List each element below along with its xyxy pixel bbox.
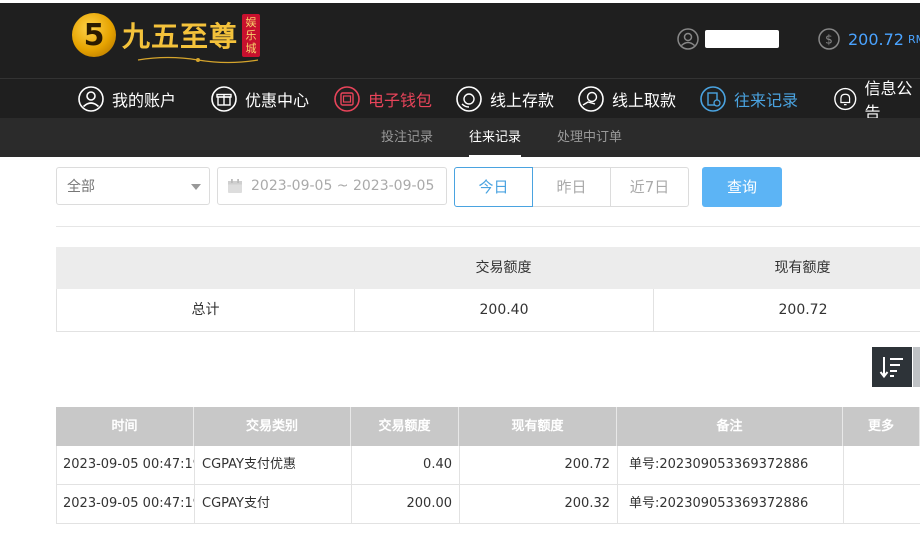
nav-label: 线上存款 (490, 91, 555, 110)
svg-text:$: $ (825, 33, 833, 47)
summary-header-cell (56, 247, 354, 289)
date-range-value: 2023-09-05 ~ 2023-09-05 (251, 178, 435, 194)
nav-transaction-records[interactable]: 往来记录 (700, 84, 798, 114)
cell-amount: 0.40 (352, 446, 460, 484)
cell-more[interactable] (844, 485, 920, 523)
gift-icon (211, 86, 237, 112)
column-header-time[interactable]: 时间 (56, 407, 194, 446)
summary-total-label: 总计 (57, 289, 355, 331)
tab-pending-orders[interactable]: 处理中订单 (557, 118, 622, 157)
logo-badge: 娱乐城 (242, 13, 261, 57)
summary-header-cell: 交易额度 (475, 260, 532, 276)
quick-range-group: 今日 昨日 近7日 (454, 167, 689, 207)
nav-promotions[interactable]: 优惠中心 (211, 84, 309, 114)
query-button[interactable]: 查询 (702, 167, 782, 207)
sub-nav: 投注记录 往来记录 处理中订单 (0, 118, 920, 157)
nav-label: 信息公告 (864, 79, 913, 122)
column-header-amount[interactable]: 交易额度 (351, 407, 459, 446)
cell-balance: 200.32 (460, 485, 618, 523)
table-row: 2023-09-05 00:47:19 CGPAY支付 200.00 200.3… (56, 485, 920, 524)
nav-online-deposit[interactable]: 线上存款 (456, 84, 554, 114)
wallet-icon (334, 86, 360, 112)
cell-amount: 200.00 (352, 485, 460, 523)
dollar-icon: $ (818, 28, 840, 50)
column-header-balance[interactable]: 现有额度 (459, 407, 617, 446)
bell-icon (834, 87, 857, 111)
balance-currency: RMB (907, 32, 920, 46)
user-icon (78, 86, 104, 112)
top-bar: 5 九五至尊 娱乐城 $ 200.72 RMB (0, 0, 920, 78)
summary-header-cell: 现有额度 (774, 260, 831, 276)
nav-label: 优惠中心 (245, 91, 310, 110)
summary-header: 交易额度 现有额度 (56, 247, 920, 289)
nav-e-wallet[interactable]: 电子钱包 (334, 84, 432, 114)
summary-transaction-amount: 200.40 (355, 289, 654, 331)
logo-ornament-icon (137, 56, 259, 64)
sort-button[interactable] (872, 347, 912, 387)
nav-label: 我的账户 (112, 91, 177, 110)
logo-text: 九五至尊 (122, 20, 239, 53)
cell-remark: 单号:202309053369372886 (618, 485, 844, 523)
table-row: 2023-09-05 00:47:19 CGPAY支付优惠 0.40 200.7… (56, 446, 920, 485)
nav-label: 电子钱包 (368, 91, 433, 110)
sort-descending-icon (879, 357, 903, 379)
cell-time: 2023-09-05 00:47:19 (57, 485, 195, 523)
summary-current-balance: 200.72 (654, 289, 920, 331)
column-header-type[interactable]: 交易类别 (194, 407, 351, 446)
cell-time: 2023-09-05 00:47:19 (57, 446, 195, 484)
range-today-button[interactable]: 今日 (454, 167, 533, 207)
logo-mark-icon: 5 (72, 13, 116, 57)
deposit-icon (456, 86, 482, 112)
nav-label: 线上取款 (612, 91, 677, 110)
username-redacted (705, 30, 779, 48)
chevron-down-icon (191, 184, 201, 190)
withdraw-icon (578, 86, 604, 112)
user-info[interactable] (677, 28, 779, 50)
nav-online-withdraw[interactable]: 线上取款 (578, 84, 676, 114)
cell-type: CGPAY支付优惠 (195, 446, 352, 484)
calendar-icon (228, 179, 242, 193)
date-range-input[interactable]: 2023-09-05 ~ 2023-09-05 (217, 167, 447, 205)
divider (56, 226, 920, 227)
column-header-remark[interactable]: 备注 (617, 407, 843, 446)
tab-transaction-records[interactable]: 往来记录 (469, 118, 522, 157)
nav-label: 往来记录 (734, 91, 799, 110)
records-header: 时间 交易类别 交易额度 现有额度 备注 更多 (56, 407, 920, 446)
cell-remark: 单号:202309053369372886 (618, 446, 844, 484)
tab-bet-records[interactable]: 投注记录 (381, 118, 433, 157)
records-icon (700, 86, 726, 112)
column-header-more[interactable]: 更多 (843, 407, 920, 446)
range-7days-button[interactable]: 近7日 (610, 167, 689, 207)
cell-more[interactable] (844, 446, 920, 484)
main-nav: 我的账户 优惠中心 电子钱包 线上存款 线上取款 往来记录 信息公告 (0, 78, 920, 122)
summary-table: 交易额度 现有额度 总计 200.40 200.72 (56, 247, 920, 332)
type-select-value: 全部 (67, 179, 95, 195)
user-avatar-icon (677, 28, 699, 50)
balance-display: $ 200.72 RMB (818, 28, 920, 50)
balance-amount: 200.72 (848, 29, 904, 49)
cell-type: CGPAY支付 (195, 485, 352, 523)
secondary-tool-button[interactable] (913, 347, 920, 387)
summary-row: 总计 200.40 200.72 (56, 289, 920, 332)
site-logo[interactable]: 5 九五至尊 娱乐城 (72, 13, 261, 57)
nav-my-account[interactable]: 我的账户 (78, 84, 176, 114)
records-table: 时间 交易类别 交易额度 现有额度 备注 更多 2023-09-05 00:47… (56, 407, 920, 524)
nav-announcements[interactable]: 信息公告 (834, 79, 920, 122)
cell-balance: 200.72 (460, 446, 618, 484)
type-select[interactable]: 全部 (56, 167, 210, 205)
range-yesterday-button[interactable]: 昨日 (532, 167, 611, 207)
